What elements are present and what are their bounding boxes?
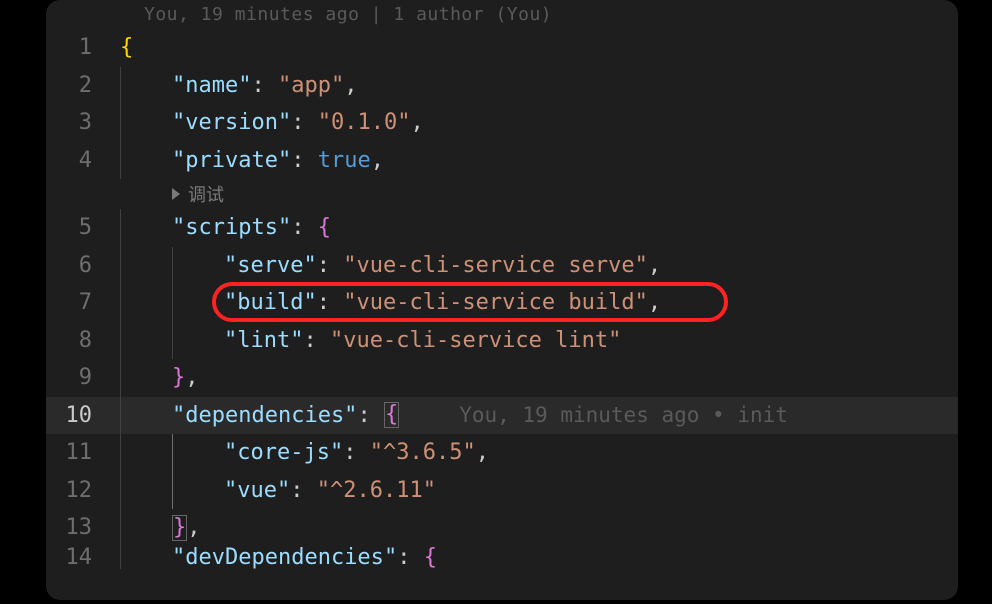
line-number: 5 [46,215,120,240]
line-number: 1 [46,35,120,60]
editor-frame: You, 19 minutes ago | 1 author (You) 1 {… [46,0,958,600]
code-area[interactable]: 1 { 2 "name": "app", 3 "version": "0.1.0… [46,29,958,569]
line-number: 3 [46,110,120,135]
devdeps-key: devDependencies [185,547,384,569]
line-number: 4 [46,148,120,173]
codelens-debug[interactable]: 调试 [46,179,958,209]
git-blame-inline: You, 19 minutes ago • init [459,403,788,427]
code-line[interactable]: 11 "core-js": "^3.6.5", [46,434,958,472]
code-line[interactable]: 3 "version": "0.1.0", [46,104,958,142]
line-number: 2 [46,73,120,98]
line-number: 14 [46,547,120,569]
code-line[interactable]: 8 "lint": "vue-cli-service lint" [46,322,958,360]
code-line[interactable]: 12 "vue": "^2.6.11" [46,472,958,510]
codelens-label: 调试 [188,181,224,207]
script-build: vue-cli-service build [356,290,634,315]
play-icon [172,188,180,200]
line-number: 13 [46,515,120,540]
git-top-annotation: You, 19 minutes ago | 1 author (You) [46,0,958,29]
json-version-value: 0.1.0 [331,110,397,135]
code-line[interactable]: 9 }, [46,359,958,397]
dep-corejs: ^3.6.5 [383,440,462,465]
json-name-value: app [291,73,331,98]
line-number: 12 [46,478,120,503]
code-line[interactable]: 6 "serve": "vue-cli-service serve", [46,247,958,285]
code-line[interactable]: 14 "devDependencies": { [46,547,958,569]
json-private-value: true [318,148,371,173]
code-line-current[interactable]: 10 "dependencies": { You, 19 minutes ago… [46,397,958,435]
line-number: 9 [46,365,120,390]
code-line[interactable]: 13 }, [46,509,958,547]
code-line-highlighted[interactable]: 7 "build": "vue-cli-service build", [46,284,958,322]
line-number: 8 [46,328,120,353]
line-number: 6 [46,253,120,278]
script-serve: vue-cli-service serve [356,253,634,278]
code-line[interactable]: 1 { [46,29,958,67]
code-line[interactable]: 4 "private": true, [46,142,958,180]
code-line[interactable]: 5 "scripts": { [46,209,958,247]
script-lint: vue-cli-service lint [343,328,608,353]
dep-vue: ^2.6.11 [330,478,423,503]
line-number: 10 [46,403,120,428]
line-number: 11 [46,440,120,465]
line-number: 7 [46,290,120,315]
code-line[interactable]: 2 "name": "app", [46,67,958,105]
